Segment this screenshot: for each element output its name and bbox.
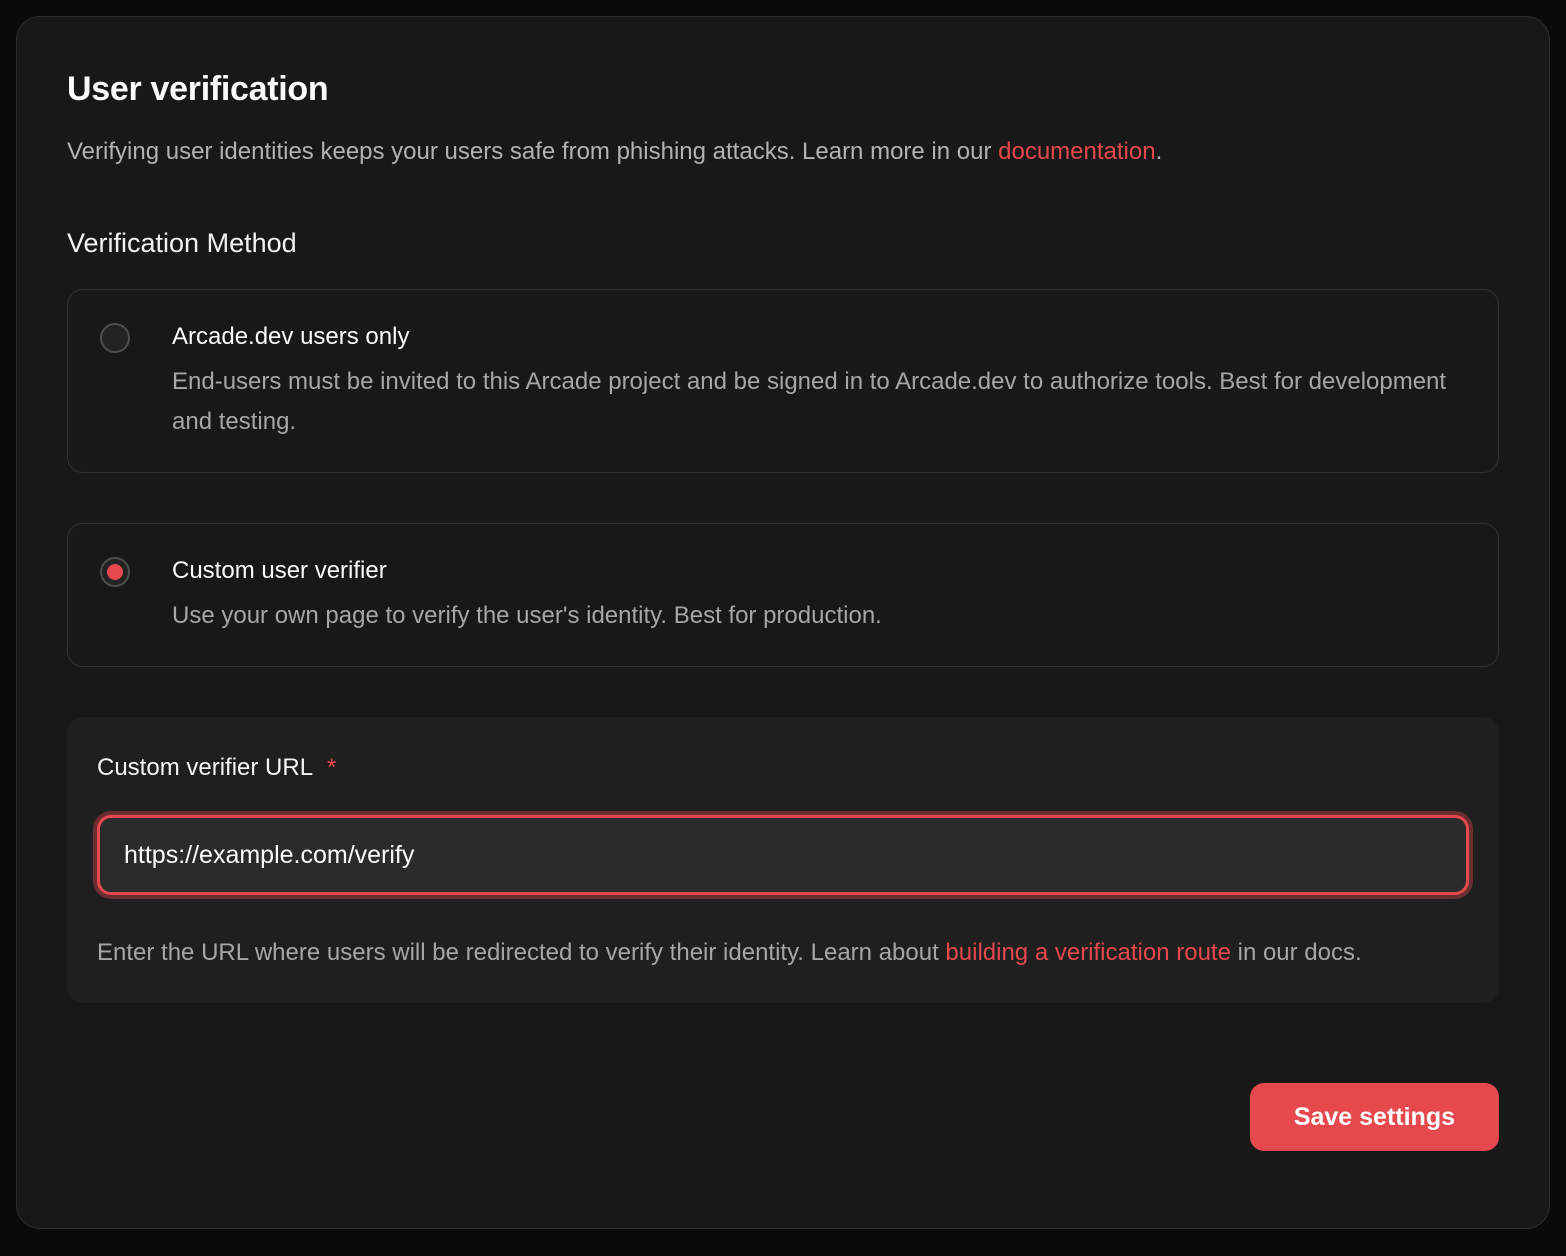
custom-verifier-url-input[interactable]	[97, 815, 1469, 895]
option-custom-user-verifier[interactable]: Custom user verifier Use your own page t…	[67, 523, 1499, 667]
page-subtitle: Verifying user identities keeps your use…	[67, 135, 1499, 169]
option-description: Use your own page to verify the user's i…	[172, 596, 882, 636]
custom-verifier-url-panel: Custom verifier URL * Enter the URL wher…	[67, 717, 1499, 1003]
url-helper-text: Enter the URL where users will be redire…	[97, 933, 1469, 973]
custom-verifier-url-label: Custom verifier URL	[97, 751, 313, 785]
radio-arcade-users-only[interactable]	[100, 323, 130, 353]
option-body: Arcade.dev users only End-users must be …	[172, 320, 1466, 442]
option-arcade-users-only[interactable]: Arcade.dev users only End-users must be …	[67, 289, 1499, 473]
helper-text-suffix: in our docs.	[1231, 939, 1362, 966]
documentation-link[interactable]: documentation	[998, 138, 1155, 165]
page-title: User verification	[67, 67, 1499, 111]
verification-method-heading: Verification Method	[67, 225, 1499, 261]
field-label-row: Custom verifier URL *	[97, 751, 1469, 785]
option-body: Custom user verifier Use your own page t…	[172, 554, 882, 636]
footer-row: Save settings	[67, 1083, 1499, 1151]
radio-custom-user-verifier[interactable]	[100, 557, 130, 587]
option-label: Arcade.dev users only	[172, 320, 1466, 354]
subtitle-period: .	[1156, 138, 1163, 165]
subtitle-text: Verifying user identities keeps your use…	[67, 138, 998, 165]
helper-text-prefix: Enter the URL where users will be redire…	[97, 939, 945, 966]
save-settings-button[interactable]: Save settings	[1250, 1083, 1499, 1151]
verification-route-docs-link[interactable]: building a verification route	[945, 939, 1231, 966]
option-description: End-users must be invited to this Arcade…	[172, 362, 1466, 442]
option-label: Custom user verifier	[172, 554, 882, 588]
required-asterisk: *	[327, 754, 336, 782]
user-verification-card: User verification Verifying user identit…	[16, 16, 1550, 1229]
